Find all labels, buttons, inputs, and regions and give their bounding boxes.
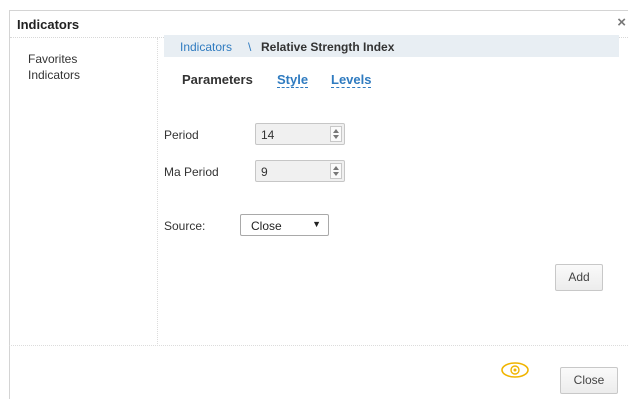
breadcrumb: Indicators \ Relative Strength Index xyxy=(164,35,619,57)
ma-period-spin-buttons[interactable] xyxy=(330,163,342,179)
period-value[interactable]: 14 xyxy=(261,128,274,142)
ma-period-stepper[interactable]: 9 xyxy=(255,160,345,182)
arrow-down-icon[interactable] xyxy=(333,135,339,139)
dialog-title: Indicators xyxy=(17,17,80,32)
indicators-dialog: Indicators × Favorites Indicators xyxy=(9,10,628,399)
sidebar-item-indicators[interactable]: Indicators xyxy=(28,68,80,82)
source-label: Source: xyxy=(164,219,206,233)
sidebar: Favorites Indicators xyxy=(10,38,158,346)
source-value[interactable]: Close xyxy=(251,219,282,233)
period-spin-buttons[interactable] xyxy=(330,126,342,142)
arrow-down-icon[interactable] xyxy=(333,172,339,176)
footer-divider xyxy=(9,345,628,346)
ma-period-label: Ma Period xyxy=(164,165,219,179)
source-select[interactable]: Close ▼ xyxy=(240,214,329,236)
tab-levels[interactable]: Levels xyxy=(331,72,372,88)
period-label: Period xyxy=(164,128,199,142)
breadcrumb-indicators-link[interactable]: Indicators xyxy=(180,40,232,54)
breadcrumb-separator: \ xyxy=(248,40,252,54)
caret-down-icon[interactable]: ▼ xyxy=(312,219,321,229)
tab-parameters[interactable]: Parameters xyxy=(182,72,253,87)
arrow-up-icon[interactable] xyxy=(333,129,339,133)
eye-icon[interactable] xyxy=(500,361,530,379)
close-icon[interactable]: × xyxy=(617,15,626,31)
arrow-up-icon[interactable] xyxy=(333,166,339,170)
sidebar-item-favorites[interactable]: Favorites xyxy=(28,52,77,66)
close-button[interactable]: Close xyxy=(560,367,618,394)
dialog-titlebar: Indicators × xyxy=(10,11,628,38)
tab-style[interactable]: Style xyxy=(277,72,309,88)
breadcrumb-current: Relative Strength Index xyxy=(261,40,395,54)
period-stepper[interactable]: 14 xyxy=(255,123,345,145)
ma-period-value[interactable]: 9 xyxy=(261,165,268,179)
add-button[interactable]: Add xyxy=(555,264,603,291)
